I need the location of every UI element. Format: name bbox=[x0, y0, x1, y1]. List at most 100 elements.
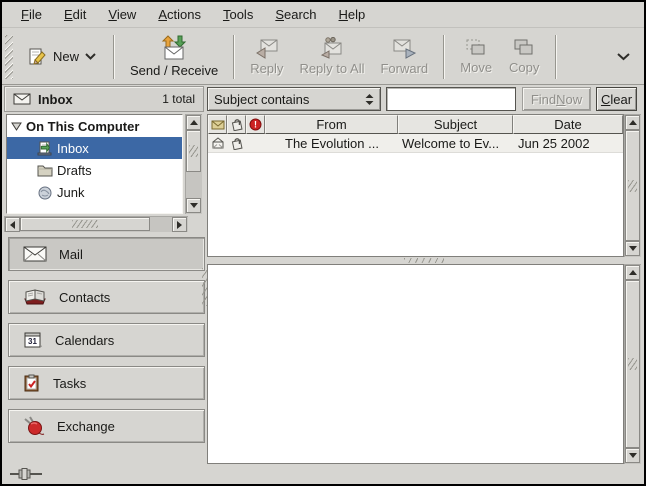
reply-to-all-button[interactable]: Reply to All bbox=[291, 34, 372, 80]
column-status[interactable] bbox=[208, 115, 227, 134]
scroll-left-button[interactable] bbox=[5, 217, 20, 232]
search-criteria-dropdown[interactable]: Subject contains bbox=[207, 87, 381, 111]
scroll-up-button[interactable] bbox=[186, 115, 201, 130]
toolbar-grip-handle[interactable] bbox=[5, 35, 13, 79]
sidebar-button-contacts[interactable]: Contacts bbox=[8, 280, 205, 314]
message-preview-pane bbox=[207, 264, 624, 464]
scrollbar-thumb[interactable] bbox=[20, 217, 150, 231]
menu-help[interactable]: Help bbox=[330, 4, 375, 25]
list-preview-splitter[interactable] bbox=[207, 257, 641, 264]
sidebar-button-label: Calendars bbox=[55, 333, 114, 348]
column-attachment[interactable] bbox=[227, 115, 246, 134]
scroll-right-button[interactable] bbox=[172, 217, 187, 232]
tree-row-inbox[interactable]: Inbox bbox=[7, 137, 182, 159]
chevron-down-icon bbox=[617, 53, 630, 61]
tree-item-label: Junk bbox=[57, 185, 84, 200]
message-list-header: ! From Subject Date bbox=[208, 115, 623, 134]
attachment-icon bbox=[230, 118, 244, 131]
status-bar bbox=[2, 464, 644, 484]
online-status-icon[interactable] bbox=[10, 467, 44, 481]
search-bar: Subject contains Find Now Clear bbox=[207, 86, 641, 112]
svg-text:31: 31 bbox=[28, 337, 37, 346]
sidebar-button-tasks[interactable]: Tasks bbox=[8, 366, 205, 400]
folder-tree-horizontal-scrollbar[interactable] bbox=[4, 216, 188, 232]
move-icon bbox=[464, 38, 488, 58]
drafts-folder-icon bbox=[37, 162, 53, 178]
scrollbar-thumb[interactable] bbox=[625, 280, 640, 448]
sidebar-button-label: Tasks bbox=[53, 376, 86, 391]
clear-button[interactable]: Clear bbox=[596, 87, 637, 111]
menu-file[interactable]: File bbox=[12, 4, 51, 25]
tree-item-label: Inbox bbox=[57, 141, 89, 156]
message-list-vertical-scrollbar[interactable] bbox=[624, 114, 641, 257]
menu-search[interactable]: Search bbox=[266, 4, 325, 25]
reply-to-all-label: Reply to All bbox=[299, 61, 364, 76]
tasks-icon bbox=[23, 374, 41, 392]
menu-edit[interactable]: Edit bbox=[55, 4, 95, 25]
menu-actions[interactable]: Actions bbox=[149, 4, 210, 25]
search-criteria-value: Subject contains bbox=[214, 92, 361, 107]
envelope-icon bbox=[211, 120, 225, 130]
sidebar-button-calendars[interactable]: 31 Calendars bbox=[8, 323, 205, 357]
folder-header-bar[interactable]: Inbox 1 total bbox=[4, 86, 204, 112]
scroll-up-button[interactable] bbox=[625, 265, 640, 280]
scroll-down-button[interactable] bbox=[625, 448, 640, 463]
toolbar-separator bbox=[113, 35, 115, 79]
reply-icon bbox=[254, 37, 280, 59]
expander-open-icon[interactable] bbox=[11, 122, 22, 131]
menu-view[interactable]: View bbox=[99, 4, 145, 25]
message-count: 1 total bbox=[162, 92, 195, 106]
column-from[interactable]: From bbox=[265, 115, 398, 134]
folder-tree-panel: On This Computer Inbox Drafts Junk bbox=[4, 114, 206, 235]
evolution-window: File Edit View Actions Tools Search Help… bbox=[0, 0, 646, 486]
send-receive-icon bbox=[159, 35, 189, 61]
column-from-label: From bbox=[316, 117, 346, 132]
main-toolbar: New Send / Receive Reply Reply to All bbox=[2, 29, 644, 85]
scrollbar-thumb[interactable] bbox=[625, 130, 640, 241]
sidebar-button-mail[interactable]: Mail bbox=[8, 237, 205, 271]
find-now-button[interactable]: Find Now bbox=[522, 87, 591, 111]
reply-all-icon bbox=[319, 37, 345, 59]
scrollbar-thumb[interactable] bbox=[186, 130, 201, 172]
new-button[interactable]: New bbox=[17, 41, 106, 73]
reply-label: Reply bbox=[250, 61, 283, 76]
column-date[interactable]: Date bbox=[513, 115, 623, 134]
column-subject[interactable]: Subject bbox=[398, 115, 513, 134]
tree-row-drafts[interactable]: Drafts bbox=[7, 159, 182, 181]
new-compose-icon bbox=[27, 47, 47, 67]
scroll-up-button[interactable] bbox=[625, 115, 640, 130]
send-receive-label: Send / Receive bbox=[130, 63, 218, 78]
message-from: The Evolution ... bbox=[285, 136, 379, 151]
menu-tools[interactable]: Tools bbox=[214, 4, 262, 25]
search-input[interactable] bbox=[386, 87, 516, 111]
column-subject-label: Subject bbox=[434, 117, 477, 132]
toolbar-separator bbox=[233, 35, 235, 79]
read-message-icon bbox=[211, 137, 225, 149]
toolbar-separator bbox=[555, 35, 557, 79]
sidebar-button-exchange[interactable]: Exchange bbox=[8, 409, 205, 443]
preview-panel bbox=[207, 264, 641, 464]
tree-row-junk[interactable]: Junk bbox=[7, 181, 182, 203]
scroll-down-button[interactable] bbox=[625, 241, 640, 256]
copy-button[interactable]: Copy bbox=[500, 35, 548, 79]
send-receive-button[interactable]: Send / Receive bbox=[122, 32, 226, 82]
sidebar-button-label: Mail bbox=[59, 247, 83, 262]
important-icon: ! bbox=[249, 118, 262, 131]
toolbar-overflow-button[interactable] bbox=[607, 45, 640, 68]
message-subject: Welcome to Ev... bbox=[402, 136, 499, 151]
message-list-panel: ! From Subject Date bbox=[207, 114, 641, 257]
scroll-down-button[interactable] bbox=[186, 198, 201, 213]
sidebar-button-label: Exchange bbox=[57, 419, 115, 434]
folder-tree-vertical-scrollbar[interactable] bbox=[185, 114, 202, 214]
forward-button[interactable]: Forward bbox=[372, 34, 436, 80]
move-label: Move bbox=[460, 60, 492, 75]
reply-button[interactable]: Reply bbox=[242, 34, 291, 80]
tree-row-on-this-computer[interactable]: On This Computer bbox=[7, 115, 182, 137]
envelope-icon bbox=[13, 93, 31, 105]
message-row[interactable]: The Evolution ... Welcome to Ev... Jun 2… bbox=[208, 134, 623, 153]
move-button[interactable]: Move bbox=[452, 35, 500, 79]
column-important[interactable]: ! bbox=[246, 115, 265, 134]
preview-vertical-scrollbar[interactable] bbox=[624, 264, 641, 464]
contacts-icon bbox=[23, 288, 47, 306]
current-folder-title: Inbox bbox=[38, 92, 73, 107]
